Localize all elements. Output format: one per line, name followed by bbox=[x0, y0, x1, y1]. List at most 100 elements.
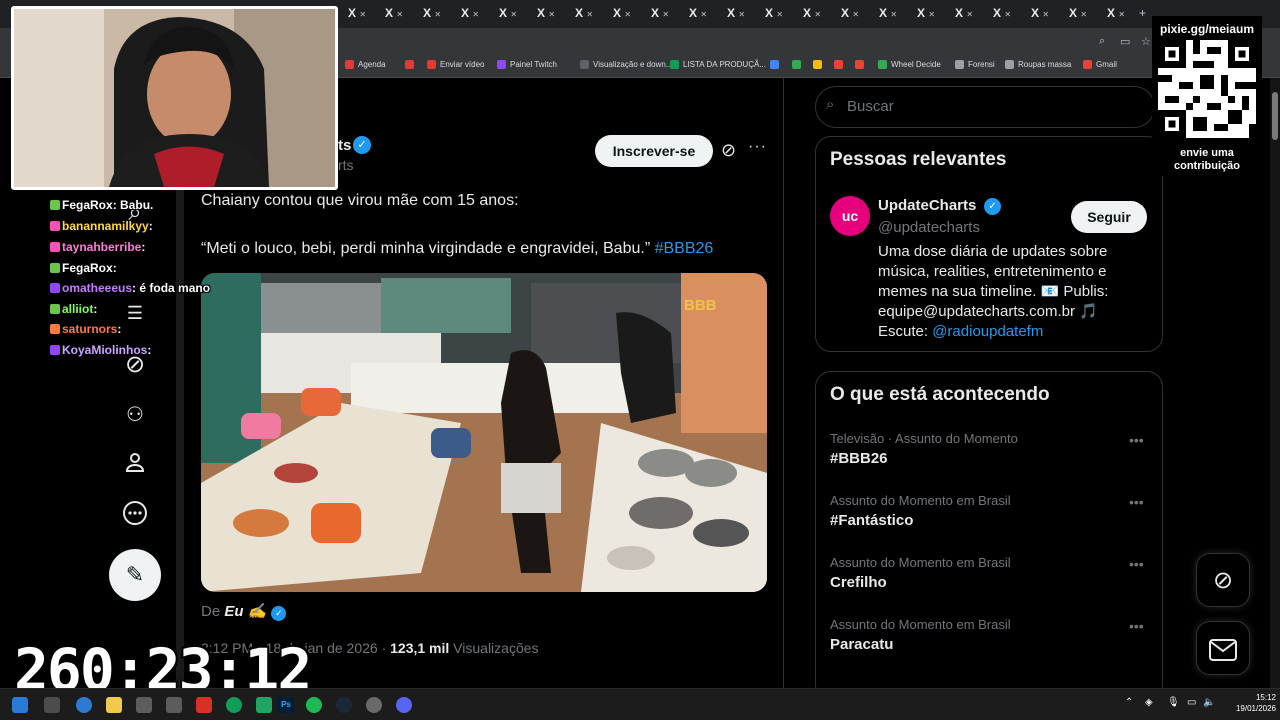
browser-tab-x-icon[interactable]: X ✕ bbox=[955, 6, 985, 20]
bookmark-item[interactable]: LISTA DA PRODUÇÃ... bbox=[670, 60, 766, 69]
subscribe-button[interactable]: Inscrever-se bbox=[595, 135, 713, 167]
browser-tab-x-icon[interactable]: X ✕ bbox=[993, 6, 1023, 20]
search-taskbar-icon[interactable] bbox=[44, 697, 60, 713]
browser-tab-x-icon[interactable]: X ✕ bbox=[499, 6, 529, 20]
bookmark-item[interactable]: Wheel Decide bbox=[878, 60, 941, 69]
bookmark-favicon-icon bbox=[834, 60, 843, 69]
chat-badge-icon bbox=[50, 345, 60, 355]
zoom-icon[interactable]: ⌕ bbox=[1099, 35, 1105, 48]
communities-icon[interactable]: ⚇ bbox=[120, 400, 150, 430]
bookmark-item[interactable] bbox=[405, 60, 414, 69]
bookmark-item[interactable] bbox=[834, 60, 843, 69]
trend-name[interactable]: #BBB26 bbox=[830, 450, 888, 467]
microphone-icon[interactable]: 🎙 bbox=[1167, 697, 1180, 708]
lists-icon[interactable]: ☰ bbox=[120, 298, 150, 328]
edge-icon[interactable] bbox=[76, 697, 92, 713]
taskbar-app-icon[interactable] bbox=[166, 697, 182, 713]
relevant-user-handle[interactable]: @updatecharts bbox=[878, 219, 980, 236]
post-media-image[interactable]: BBB bbox=[201, 273, 767, 592]
more-options-icon[interactable] bbox=[120, 500, 150, 530]
verified-badge-icon: ✓ bbox=[271, 606, 287, 621]
bookmark-item[interactable] bbox=[770, 60, 779, 69]
browser-tab-x-icon[interactable]: X ✕ bbox=[537, 6, 567, 20]
bio-link[interactable]: @radioupdatefm bbox=[932, 323, 1043, 340]
bookmark-item[interactable] bbox=[813, 60, 822, 69]
trend-more-icon[interactable]: ••• bbox=[1129, 432, 1144, 448]
post-author-name[interactable]: ts bbox=[338, 137, 351, 154]
browser-tab-x-icon[interactable]: X ✕ bbox=[613, 6, 643, 20]
bookmark-item[interactable] bbox=[792, 60, 801, 69]
browser-tab-x-icon[interactable]: X ✕ bbox=[879, 6, 909, 20]
trend-name[interactable]: #Fantástico bbox=[830, 512, 913, 529]
trend-name[interactable]: Paracatu bbox=[830, 636, 893, 653]
browser-tab-x-icon[interactable]: X ✕ bbox=[765, 6, 795, 20]
browser-tab-x-icon[interactable]: X ✕ bbox=[423, 6, 453, 20]
bookmark-label: Enviar vídeo bbox=[440, 60, 485, 69]
grok-floating-button[interactable]: ⊘ bbox=[1196, 553, 1250, 607]
bookmark-item[interactable]: Painel Twitch bbox=[497, 60, 557, 69]
browser-tab-x-icon[interactable]: X ✕ bbox=[841, 6, 871, 20]
browser-tab-x-icon[interactable]: X ✕ bbox=[1031, 6, 1061, 20]
taskbar-app-icon[interactable] bbox=[196, 697, 212, 713]
post-text-line2: “Meti o louco, bebi, perdi minha virgind… bbox=[201, 240, 713, 258]
spotify-icon[interactable] bbox=[306, 697, 322, 713]
file-explorer-icon[interactable] bbox=[106, 697, 122, 713]
discord-icon[interactable] bbox=[396, 697, 412, 713]
browser-tab-x-icon[interactable]: X ✕ bbox=[348, 6, 378, 20]
network-icon[interactable]: ▭ bbox=[1187, 697, 1196, 708]
trend-more-icon[interactable]: ••• bbox=[1129, 618, 1144, 634]
steam-icon[interactable] bbox=[336, 697, 352, 713]
browser-tab-x-icon[interactable]: X ✕ bbox=[1069, 6, 1099, 20]
trend-context: Televisão · Assunto do Momento bbox=[830, 431, 1018, 446]
cast-icon[interactable]: ▭ bbox=[1120, 35, 1130, 48]
post-author-handle[interactable]: rts bbox=[338, 157, 354, 173]
browser-tab-x-icon[interactable]: X ✕ bbox=[651, 6, 681, 20]
bookmark-item[interactable]: Roupas massa bbox=[1005, 60, 1071, 69]
relevant-user-name[interactable]: UpdateCharts bbox=[878, 197, 976, 214]
taskbar-app-icon[interactable] bbox=[256, 697, 272, 713]
photoshop-icon[interactable]: Ps bbox=[278, 697, 294, 713]
bookmark-item[interactable]: Agenda bbox=[345, 60, 386, 69]
page-scrollbar-thumb[interactable] bbox=[1272, 92, 1278, 140]
bookmark-favicon-icon bbox=[770, 60, 779, 69]
browser-tab-x-icon[interactable]: X ✕ bbox=[689, 6, 719, 20]
follow-button[interactable]: Seguir bbox=[1071, 201, 1147, 233]
browser-tab-x-icon[interactable]: X ✕ bbox=[727, 6, 757, 20]
browser-tab-x-icon[interactable]: X ✕ bbox=[1107, 6, 1137, 20]
post-more-icon[interactable]: ··· bbox=[748, 138, 767, 156]
byline-author[interactable]: Eu ✍️ bbox=[224, 603, 266, 620]
taskbar-app-icon[interactable] bbox=[136, 697, 152, 713]
streamer-webcam bbox=[11, 6, 338, 190]
post-hashtag-link[interactable]: #BBB26 bbox=[655, 240, 714, 257]
bookmark-label: Forensi bbox=[968, 60, 995, 69]
messages-floating-button[interactable] bbox=[1196, 621, 1250, 675]
trend-name[interactable]: Crefilho bbox=[830, 574, 887, 591]
browser-tab-x-icon[interactable]: X ✕ bbox=[575, 6, 605, 20]
bookmark-star-icon[interactable]: ☆ bbox=[1141, 35, 1151, 48]
tray-app-icon[interactable]: ◈ bbox=[1145, 697, 1153, 708]
page-scrollbar[interactable] bbox=[1270, 78, 1280, 688]
taskbar-app-icon[interactable] bbox=[366, 697, 382, 713]
start-icon[interactable] bbox=[12, 697, 28, 713]
tray-chevron-icon[interactable]: ⌃ bbox=[1125, 697, 1133, 708]
trend-more-icon[interactable]: ••• bbox=[1129, 494, 1144, 510]
volume-icon[interactable]: 🔈 bbox=[1203, 697, 1215, 708]
browser-tab-x-icon[interactable]: X ✕ bbox=[385, 6, 415, 20]
browser-tab-x-icon[interactable]: X ✕ bbox=[803, 6, 833, 20]
compose-post-button[interactable]: ✎ bbox=[109, 549, 161, 601]
trend-more-icon[interactable]: ••• bbox=[1129, 556, 1144, 572]
bookmark-item[interactable]: Enviar vídeo bbox=[427, 60, 484, 69]
avatar[interactable]: uc bbox=[830, 196, 870, 236]
chrome-icon[interactable] bbox=[226, 697, 242, 713]
bookmark-item[interactable] bbox=[855, 60, 864, 69]
bookmark-item[interactable]: Gmail bbox=[1083, 60, 1117, 69]
browser-tab-x-icon[interactable]: X ✕ bbox=[917, 6, 947, 20]
browser-tab-x-icon[interactable]: X ✕ bbox=[461, 6, 491, 20]
bookmark-label: Wheel Decide bbox=[891, 60, 941, 69]
taskbar-clock[interactable]: 15:12 19/01/2026 bbox=[1218, 692, 1276, 714]
qr-url: pixie.gg/meiaum bbox=[1159, 22, 1255, 36]
grok-icon[interactable]: ⊘ bbox=[721, 140, 736, 161]
bookmark-item[interactable]: Visualização e down... bbox=[580, 60, 672, 69]
profile-icon[interactable] bbox=[120, 450, 150, 480]
bookmark-item[interactable]: Forensi bbox=[955, 60, 995, 69]
